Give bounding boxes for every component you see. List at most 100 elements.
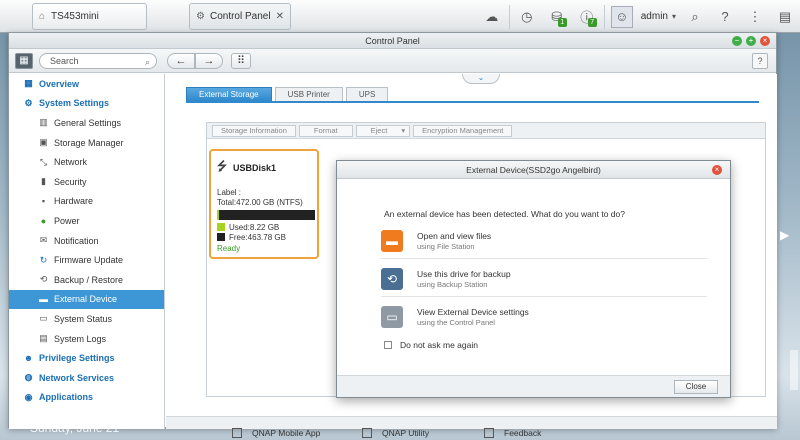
clock-icon[interactable]: ◷ xyxy=(516,6,538,28)
cloud-icon[interactable]: ☁ xyxy=(481,6,503,28)
folder-icon: ▬ xyxy=(381,229,403,252)
notification-icon: ✉ xyxy=(39,235,48,246)
logs-icon: ▤ xyxy=(39,333,48,344)
sidebar-item-network[interactable]: ⤡ Network xyxy=(9,152,164,172)
option-backup[interactable]: ⟲ Use this drive for backup using Backup … xyxy=(381,261,707,297)
sidebar-item-system-settings[interactable]: ⚙ System Settings xyxy=(9,94,164,114)
overview-icon: ▦ xyxy=(24,78,33,89)
storage-information-button[interactable]: Storage Information xyxy=(212,124,296,137)
taskbar: ⌂ TS453mini ⚙ Control Panel ✕ ☁ ◷ ⛁ 1 ⓘ 7 … xyxy=(0,0,800,33)
tab-ups[interactable]: UPS xyxy=(345,87,389,101)
sidebar-item-label: Privilege Settings xyxy=(39,353,115,364)
tab-usb-printer[interactable]: USB Printer xyxy=(274,87,343,101)
sliders-icon: ▥ xyxy=(39,117,48,128)
tab-bar: External Storage USB Printer UPS xyxy=(186,87,391,101)
forward-button[interactable]: → xyxy=(195,53,223,69)
mobile-app-icon xyxy=(232,428,242,438)
sidebar-item-label: Notification xyxy=(54,235,99,246)
divider xyxy=(603,4,605,29)
dock-item-utility[interactable]: QNAP Utility xyxy=(362,426,429,440)
user-name[interactable]: admin xyxy=(641,11,668,22)
sidebar-item-storage-manager[interactable]: ▣ Storage Manager xyxy=(9,133,164,153)
more-icon[interactable]: ⋮ xyxy=(744,6,766,28)
bulb-icon: ● xyxy=(40,215,47,226)
dock-item-mobile-app[interactable]: QNAP Mobile App xyxy=(232,426,320,440)
dialog-title: External Device(SSD2go Angelbird) xyxy=(466,165,601,175)
control-panel-tab-label: Control Panel xyxy=(209,10,271,22)
sidebar-item-firmware-update[interactable]: ↻ Firmware Update xyxy=(9,250,164,270)
sidebar-item-label: Firmware Update xyxy=(54,255,124,266)
window-title: Control Panel xyxy=(365,36,420,46)
help-button[interactable]: ? xyxy=(752,53,768,69)
sidebar-item-label: System Logs xyxy=(54,333,107,344)
sidebar-item-privilege-settings[interactable]: ☻ Privilege Settings xyxy=(9,348,164,368)
tab-underline xyxy=(186,101,759,103)
sidebar: ▦ Overview ⚙ System Settings ▥ General Sett… xyxy=(9,74,165,429)
chevron-down-icon: ▾ xyxy=(401,125,406,135)
device-status: Ready xyxy=(217,244,241,253)
close-button[interactable]: Close xyxy=(674,380,718,394)
eject-button[interactable]: Eject ▾ xyxy=(355,124,411,137)
used-swatch xyxy=(217,223,225,231)
sidebar-item-system-logs[interactable]: ▤ System Logs xyxy=(9,329,164,349)
dialog-footer: Close xyxy=(337,375,730,397)
sidebar-item-label: Network Services xyxy=(39,372,115,383)
minimize-icon[interactable]: − xyxy=(732,36,742,46)
encryption-management-button[interactable]: Encryption Management xyxy=(413,124,513,137)
control-panel-tab[interactable]: ⚙ Control Panel ✕ xyxy=(189,2,291,30)
back-button[interactable]: ← xyxy=(167,53,195,69)
external-device-dialog: External Device(SSD2go Angelbird) × An e… xyxy=(336,160,731,398)
sidebar-item-notification[interactable]: ✉ Notification xyxy=(9,231,164,251)
sidebar-item-label: Hardware xyxy=(54,196,94,207)
option-open-files[interactable]: ▬ Open and view files using File Station xyxy=(381,223,707,259)
desktop-scrollbar[interactable] xyxy=(790,350,798,390)
dock-label: QNAP Utility xyxy=(382,428,430,438)
sidebar-item-label: Security xyxy=(54,176,87,187)
chevron-down-icon[interactable]: ▾ xyxy=(672,12,676,21)
desktop-date: Sunday, June 21 xyxy=(30,421,120,435)
option-device-settings[interactable]: ▭ View External Device settings using the… xyxy=(381,299,707,335)
sidebar-item-label: Applications xyxy=(39,392,94,403)
device-name: USBDisk1 xyxy=(233,162,277,173)
help-icon[interactable]: ? xyxy=(714,6,736,28)
info-icon[interactable]: ⓘ 7 xyxy=(576,6,598,28)
apps-grid-button[interactable]: ⠿ xyxy=(231,53,251,69)
home-tab[interactable]: ⌂ TS453mini xyxy=(32,2,147,30)
dashboard-icon[interactable]: ▤ xyxy=(774,6,796,28)
sidebar-item-overview[interactable]: ▦ Overview xyxy=(9,74,164,94)
format-button[interactable]: Format xyxy=(298,124,353,137)
close-icon[interactable]: × xyxy=(760,36,770,46)
backup-icon: ⟲ xyxy=(39,274,48,285)
sidebar-item-system-status[interactable]: ▭ System Status xyxy=(9,309,164,329)
sidebar-item-hardware[interactable]: ▪ Hardware xyxy=(9,192,164,212)
option-title: View External Device settings xyxy=(417,307,529,317)
sidebar-item-applications[interactable]: ◉ Applications xyxy=(9,388,164,408)
sidebar-item-general-settings[interactable]: ▥ General Settings xyxy=(9,113,164,133)
search-icon[interactable]: ⌕ xyxy=(684,6,706,28)
badge: 1 xyxy=(557,17,567,27)
device-card[interactable]: ⭍ USBDisk1 Label : Total:472.00 GB (NTFS… xyxy=(209,149,319,259)
network-icon: ⤡ xyxy=(39,156,48,167)
taskbar-tray: ☁ ◷ ⛁ 1 ⓘ 7 ☺ admin ▾ ⌕ ? ⋮ ▤ xyxy=(477,0,800,33)
maximize-icon[interactable]: + xyxy=(746,36,756,46)
sidebar-item-security[interactable]: ▮ Security xyxy=(9,172,164,192)
gear-icon: ⚙ xyxy=(24,97,33,108)
search-placeholder: Search xyxy=(50,56,79,66)
dont-ask-checkbox[interactable] xyxy=(384,341,392,349)
sidebar-item-power[interactable]: ● Power xyxy=(9,211,164,231)
drive-icon: ▭ xyxy=(381,306,403,328)
close-icon[interactable]: × xyxy=(712,165,722,175)
close-icon[interactable]: ✕ xyxy=(276,11,284,22)
collapse-toggle-icon[interactable]: ⌄ xyxy=(462,74,500,84)
chevron-right-icon[interactable]: ▶ xyxy=(780,228,789,242)
avatar[interactable]: ☺ xyxy=(610,5,633,28)
tab-external-storage[interactable]: External Storage xyxy=(186,87,272,101)
sidebar-item-external-device[interactable]: ▬ External Device xyxy=(9,289,164,310)
sidebar-toggle-icon[interactable]: ▦ xyxy=(15,53,33,69)
sidebar-item-backup-restore[interactable]: ⟲ Backup / Restore xyxy=(9,270,164,290)
dock-item-feedback[interactable]: Feedback xyxy=(484,426,541,440)
lock-icon: ▮ xyxy=(41,176,46,187)
network-activity-icon[interactable]: ⛁ 1 xyxy=(546,6,568,28)
sidebar-item-network-services[interactable]: ◍ Network Services xyxy=(9,368,164,388)
search-input[interactable]: Search ⌕ xyxy=(39,53,157,69)
